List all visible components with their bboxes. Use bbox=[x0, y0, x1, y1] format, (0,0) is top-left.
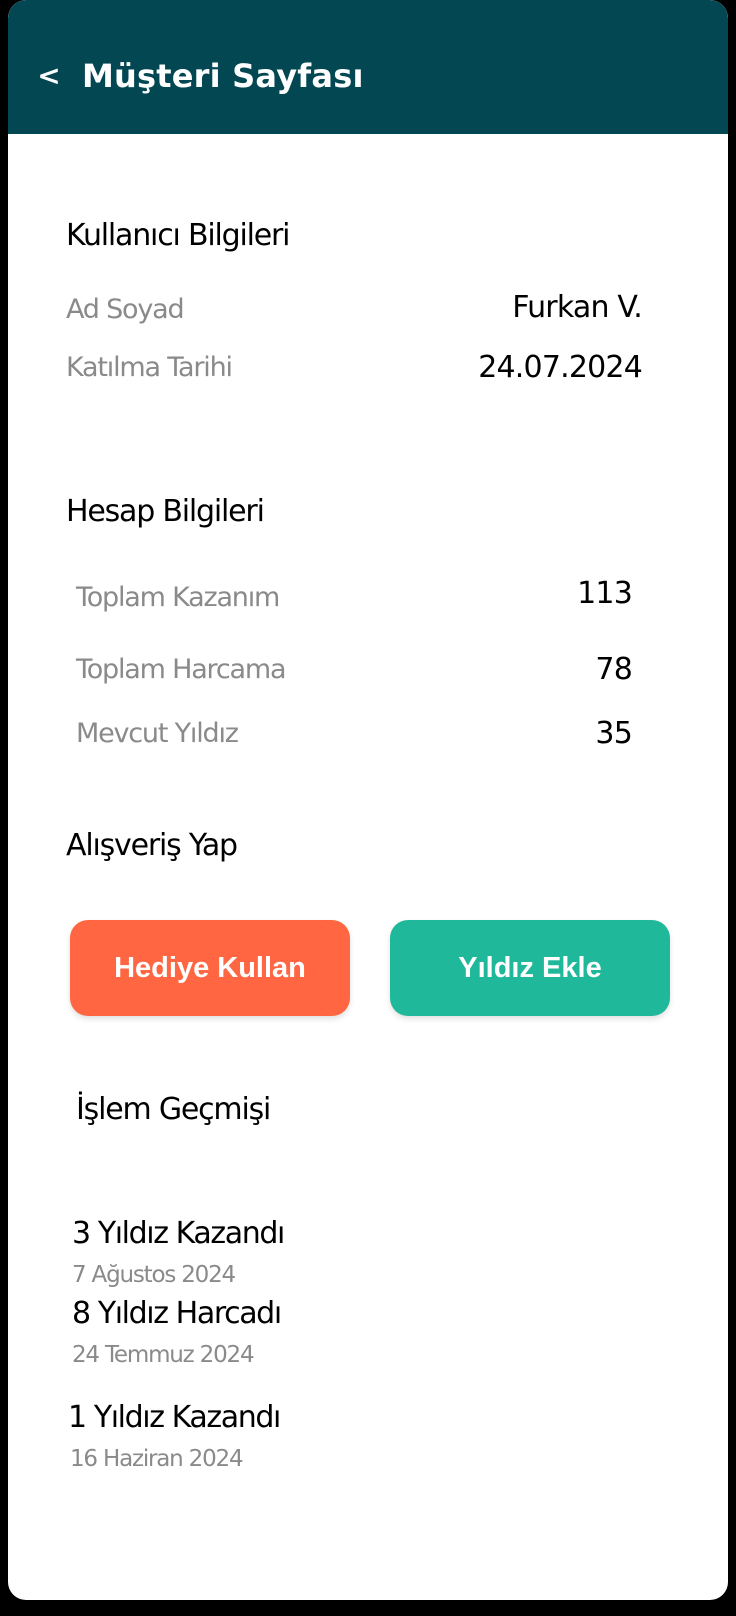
history-item-title: 3 Yıldız Kazandı bbox=[72, 1216, 285, 1251]
full-name-value: Furkan V. bbox=[512, 290, 643, 325]
history-item-title: 1 Yıldız Kazandı bbox=[68, 1400, 281, 1435]
current-stars-label: Mevcut Yıldız bbox=[76, 718, 239, 749]
join-date-label: Katılma Tarihi bbox=[66, 352, 233, 383]
add-star-button[interactable]: Yıldız Ekle bbox=[390, 920, 670, 1016]
customer-page: < Müşteri Sayfası Kullanıcı Bilgileri Ad… bbox=[8, 0, 728, 1600]
total-earned-value: 113 bbox=[577, 576, 633, 611]
full-name-label: Ad Soyad bbox=[66, 294, 185, 325]
current-stars-value: 35 bbox=[595, 716, 632, 751]
history-item-date: 7 Ağustos 2024 bbox=[72, 1262, 236, 1288]
history-title: İşlem Geçmişi bbox=[76, 1092, 271, 1127]
use-gift-button[interactable]: Hediye Kullan bbox=[70, 920, 350, 1016]
back-button[interactable]: < bbox=[34, 56, 64, 96]
user-info-title: Kullanıcı Bilgileri bbox=[66, 218, 290, 253]
account-info-title: Hesap Bilgileri bbox=[66, 494, 265, 529]
history-item-date: 24 Temmuz 2024 bbox=[72, 1342, 255, 1368]
history-item-date: 16 Haziran 2024 bbox=[70, 1446, 244, 1472]
total-spent-label: Toplam Harcama bbox=[76, 654, 286, 685]
shopping-title: Alışveriş Yap bbox=[66, 828, 238, 863]
total-earned-label: Toplam Kazanım bbox=[76, 582, 280, 613]
history-item-title: 8 Yıldız Harcadı bbox=[72, 1296, 282, 1331]
total-spent-value: 78 bbox=[595, 652, 632, 687]
app-header: < Müşteri Sayfası bbox=[8, 0, 728, 134]
join-date-value: 24.07.2024 bbox=[478, 350, 643, 385]
page-title: Müşteri Sayfası bbox=[82, 57, 364, 95]
